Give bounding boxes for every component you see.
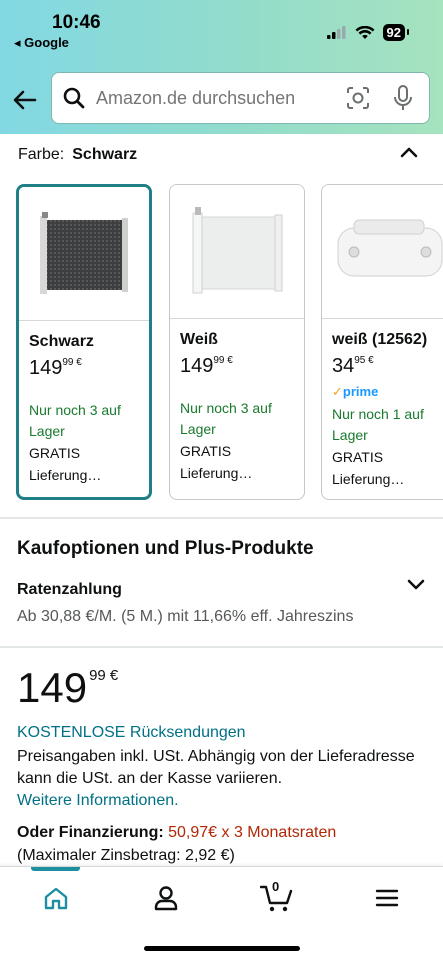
product-image-white <box>170 185 304 319</box>
status-time: 10:46 <box>52 12 101 33</box>
status-icons: 92 <box>326 24 410 41</box>
variant-delivery-more: Lieferung… <box>29 467 102 483</box>
divider <box>0 646 443 648</box>
chevron-up-icon[interactable] <box>399 144 419 160</box>
variant-name: Weiß <box>180 331 218 348</box>
variant-price: 14999 € <box>29 357 82 379</box>
search-icon <box>63 87 85 109</box>
variant-delivery: GRATIS <box>332 449 384 465</box>
prime-badge: ✓prime <box>332 384 379 399</box>
variant-price: 14999 € <box>180 355 233 377</box>
variant-price: 3495 € <box>332 355 374 377</box>
product-image-white-case <box>322 185 443 319</box>
variant-card-weiss-12562[interactable]: weiß (12562) 3495 € ✓prime Nur noch 1 au… <box>321 184 443 500</box>
product-image-black <box>19 187 149 321</box>
battery-icon: 92 <box>382 24 410 41</box>
variant-delivery-more: Lieferung… <box>180 465 253 481</box>
camera-scan-icon[interactable] <box>345 85 371 111</box>
color-selector-label: Farbe: Schwarz <box>18 146 137 164</box>
wifi-icon <box>355 25 375 39</box>
divider <box>0 517 443 519</box>
active-tab-indicator <box>31 867 80 871</box>
installment-description: Ab 30,88 €/M. (5 M.) mit 11,66% eff. Jah… <box>17 608 354 625</box>
back-arrow-icon[interactable] <box>11 86 39 114</box>
purchase-options-title: Kaufoptionen und Plus-Produkte <box>17 538 314 559</box>
search-input[interactable] <box>96 87 345 109</box>
nav-menu[interactable] <box>370 883 404 913</box>
signal-icon <box>326 26 346 39</box>
nav-cart[interactable]: 0 <box>260 879 294 913</box>
nav-home[interactable] <box>39 883 73 913</box>
variant-delivery-more: Lieferung… <box>332 471 405 487</box>
chevron-down-icon[interactable] <box>406 578 426 592</box>
color-value: Schwarz <box>72 146 138 163</box>
microphone-icon[interactable] <box>393 85 413 111</box>
variant-stock: Nur noch 1 auf Lager <box>332 406 424 443</box>
variant-card-weiss[interactable]: Weiß 14999 € Nur noch 3 auf Lager GRATIS… <box>169 184 305 500</box>
max-interest: (Maximaler Zinsbetrag: 2,92 €) <box>17 847 235 864</box>
free-returns-link[interactable]: KOSTENLOSE Rücksendungen <box>17 724 246 742</box>
home-indicator <box>144 946 300 951</box>
installment-title[interactable]: Ratenzahlung <box>17 581 122 599</box>
back-to-app-link[interactable]: ◂ Google <box>14 35 69 51</box>
header: 10:46 ◂ Google 92 <box>0 0 443 134</box>
color-label: Farbe: <box>18 146 65 163</box>
prime-check-icon: ✓ <box>332 384 343 399</box>
more-info-link[interactable]: Weitere Informationen. <box>17 792 179 810</box>
menu-icon <box>375 889 399 907</box>
cart-count: 0 <box>272 879 280 894</box>
price-note: Preisangaben inkl. USt. Abhängig von der… <box>17 748 415 787</box>
variant-carousel[interactable]: Schwarz 14999 € Nur noch 3 auf Lager GRA… <box>16 184 443 500</box>
variant-name: weiß (12562) <box>332 331 428 348</box>
main-price: 149 99 € <box>17 664 119 711</box>
variant-name: Schwarz <box>29 333 94 350</box>
user-icon <box>154 886 178 911</box>
variant-stock: Nur noch 3 auf Lager <box>29 402 121 439</box>
variant-delivery: GRATIS <box>29 445 81 461</box>
nav-account[interactable] <box>149 883 183 913</box>
variant-stock: Nur noch 3 auf Lager <box>180 400 272 437</box>
home-icon <box>44 887 68 910</box>
financing-value: 50,97€ x 3 Monatsraten <box>168 824 337 841</box>
financing-info: Oder Finanzierung: 50,97€ x 3 Monatsrate… <box>17 824 337 841</box>
variant-card-schwarz[interactable]: Schwarz 14999 € Nur noch 3 auf Lager GRA… <box>16 184 152 500</box>
search-bar[interactable] <box>51 72 430 124</box>
variant-delivery: GRATIS <box>180 443 232 459</box>
